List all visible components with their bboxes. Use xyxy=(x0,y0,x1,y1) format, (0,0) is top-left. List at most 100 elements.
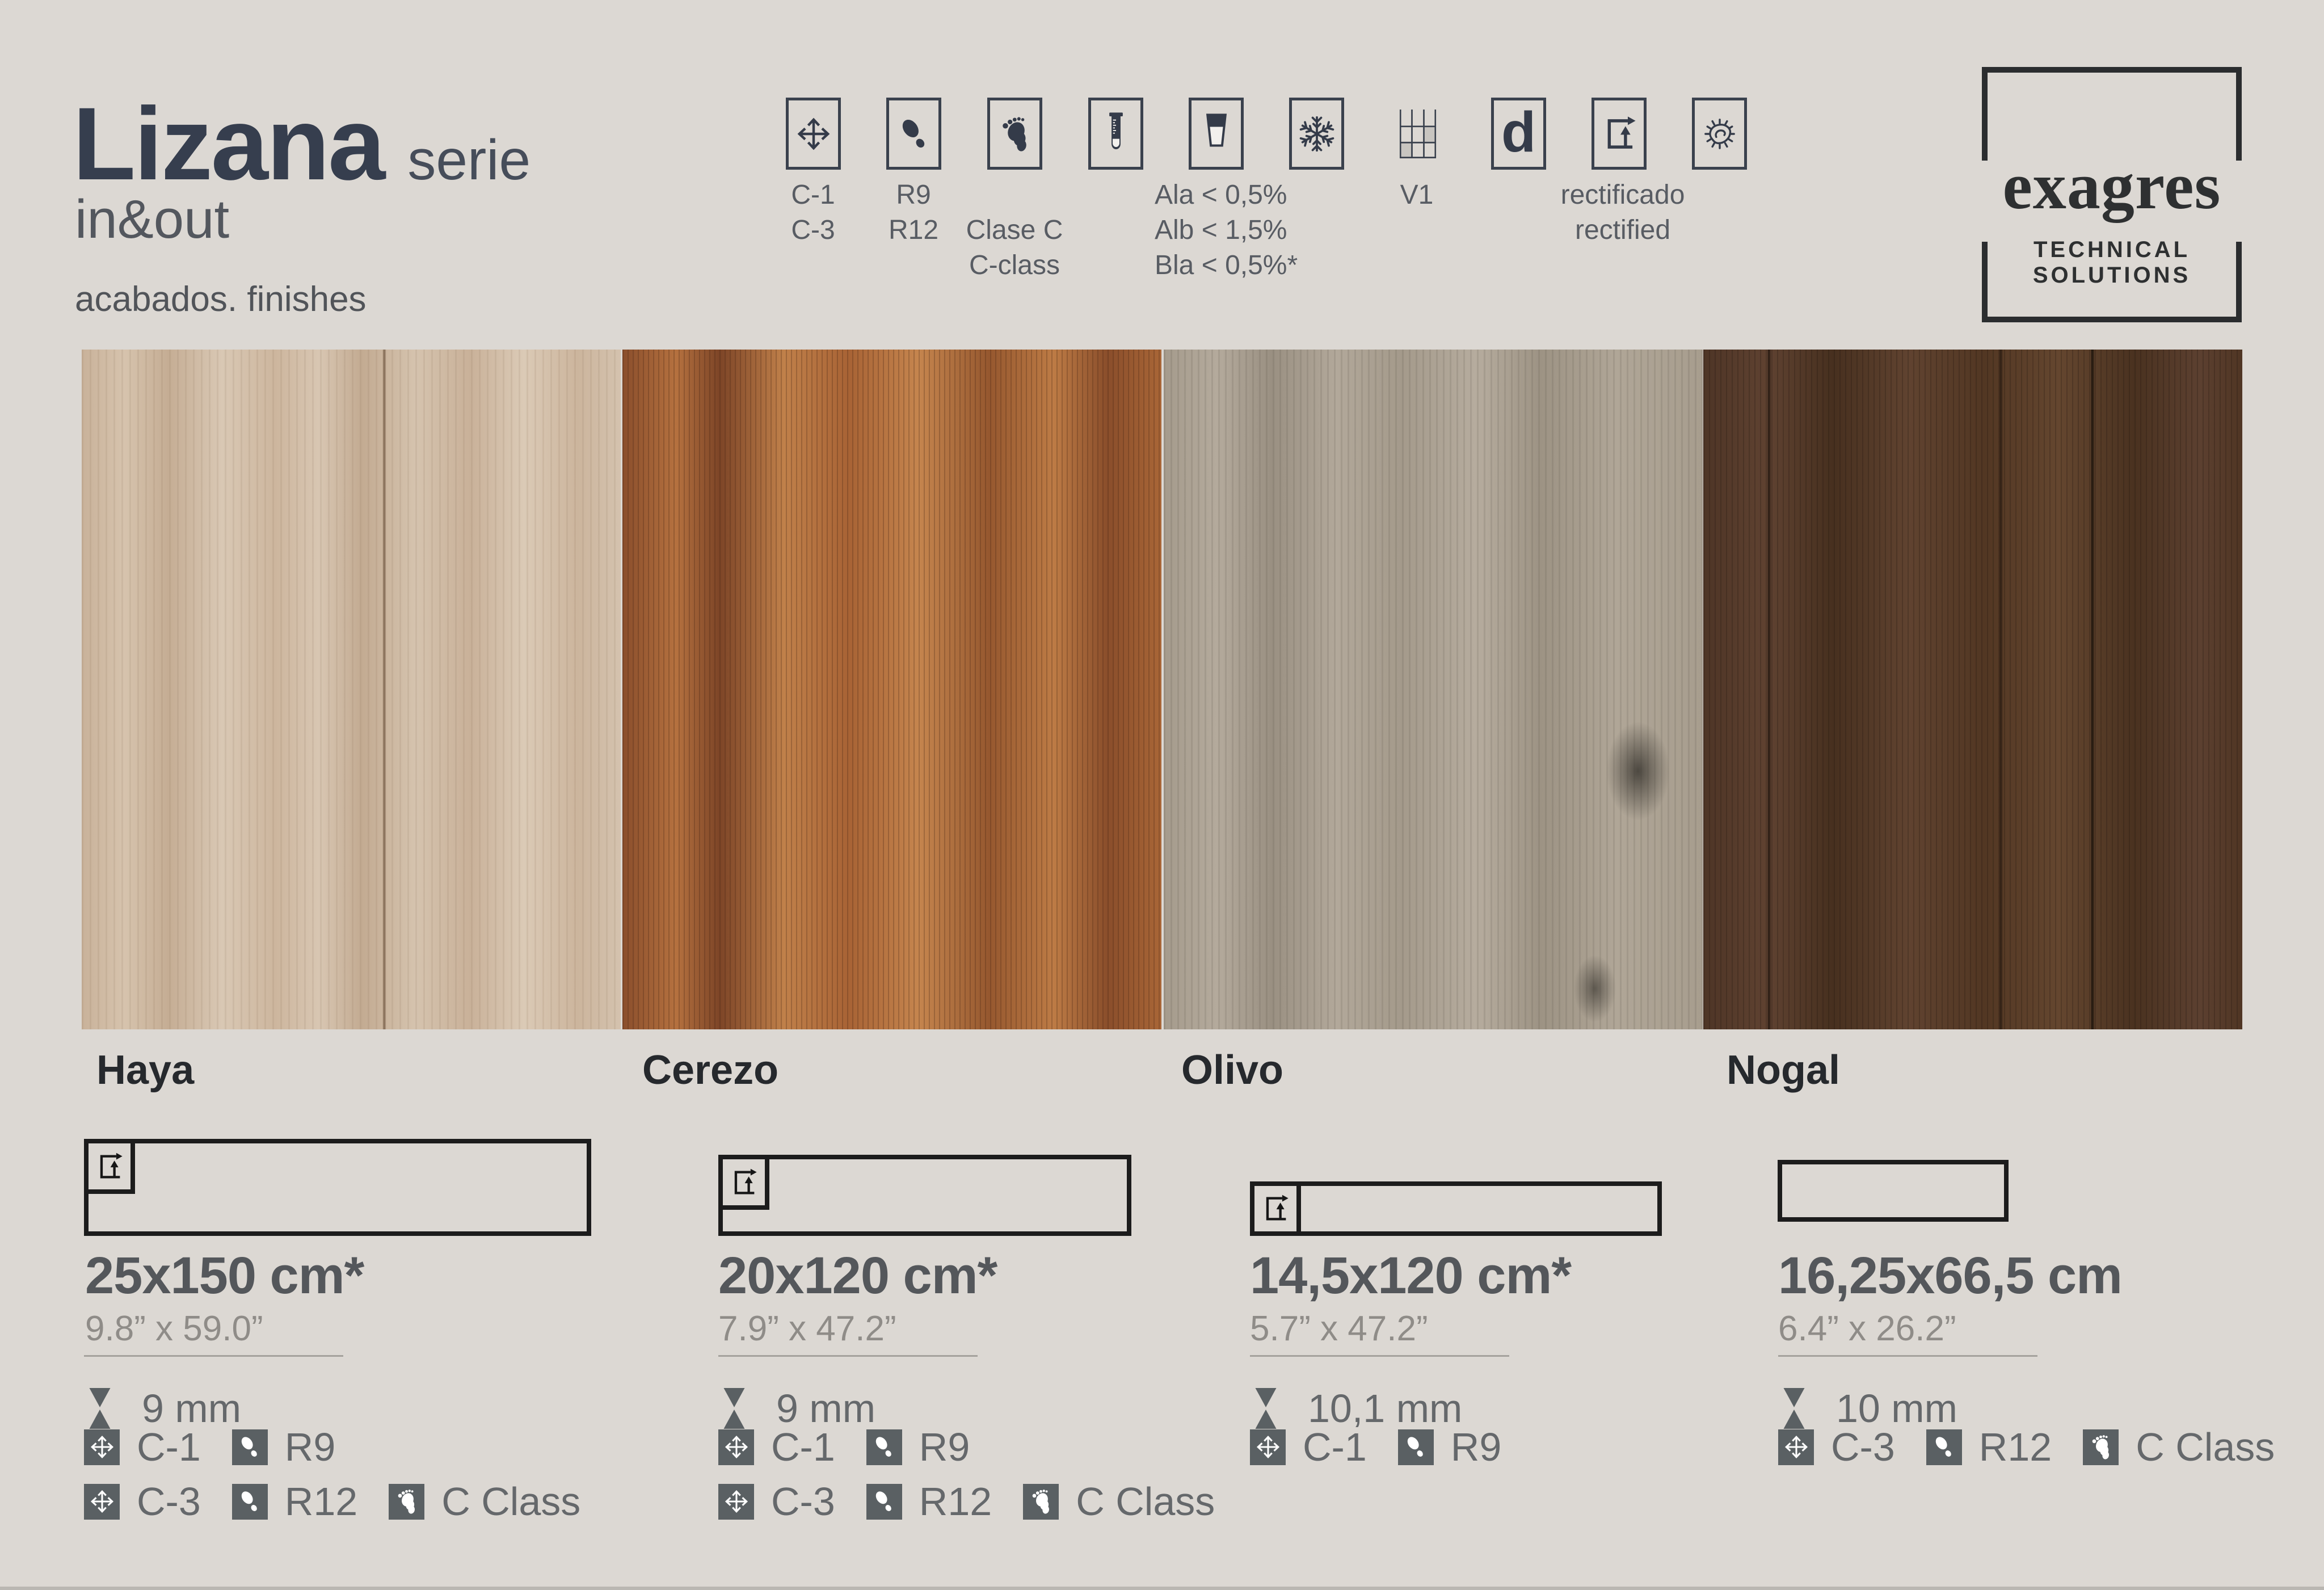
finish-name: Cerezo xyxy=(642,1047,778,1093)
spec-item: C Class xyxy=(2083,1424,2275,1470)
series-suffix: serie xyxy=(407,128,531,192)
finish-name: Nogal xyxy=(1727,1047,1840,1093)
shoe-print-icon xyxy=(232,1429,268,1465)
size-inches: 5.7” x 47.2” xyxy=(1250,1309,1428,1349)
swatch-image-haya xyxy=(82,350,621,1029)
logo-border-bottom xyxy=(1982,317,2242,322)
rectified-edge-icon xyxy=(1592,98,1647,170)
finishes-label: acabados. finishes xyxy=(75,279,367,319)
spec-label: R12 xyxy=(919,1479,992,1524)
expansion-move-icon xyxy=(1250,1429,1286,1465)
badge-label-clase-c: Clase C xyxy=(966,216,1063,246)
barefoot-icon xyxy=(389,1484,424,1520)
shoe-print-icon xyxy=(1398,1429,1434,1465)
tile-format-outline xyxy=(1778,1160,2009,1222)
spec-label: C-3 xyxy=(771,1479,835,1524)
size-cm: 20x120 cm* xyxy=(718,1246,997,1306)
test-tube-icon xyxy=(1088,98,1143,170)
spec-label: R9 xyxy=(919,1424,970,1470)
series-title: Lizana serie xyxy=(73,84,531,203)
spec-label: R9 xyxy=(1451,1424,1501,1470)
expansion-move-icon xyxy=(84,1429,120,1465)
shade-variation-grid-icon xyxy=(1390,98,1445,170)
series-name: Lizana xyxy=(73,86,384,201)
spec-item: C-3 xyxy=(84,1479,201,1524)
expansion-move-icon xyxy=(84,1484,120,1520)
expansion-move-icon xyxy=(718,1484,754,1520)
expansion-move-icon xyxy=(1778,1429,1814,1465)
badge-label-c1: C-1 xyxy=(791,180,835,211)
spec-row: C-3 R12 C Class xyxy=(1778,1424,2275,1470)
size-inches: 9.8” x 59.0” xyxy=(85,1309,263,1349)
spec-label: R9 xyxy=(285,1424,335,1470)
spec-item: C-1 xyxy=(84,1424,201,1470)
spec-row: C-1 R9 xyxy=(84,1424,335,1470)
spec-label: C-1 xyxy=(771,1424,835,1470)
spec-label: C Class xyxy=(1076,1479,1215,1524)
shoe-print-icon xyxy=(1926,1429,1962,1465)
rectified-corner-icon xyxy=(1250,1181,1301,1236)
divider-rule xyxy=(1778,1355,2037,1357)
badge-label-bla: Bla < 0,5%* xyxy=(1155,251,1298,281)
snowflake-icon xyxy=(1289,98,1344,170)
thickness-hourglass-icon xyxy=(1779,1388,1809,1429)
shoe-print-icon xyxy=(866,1484,902,1520)
spec-item: R12 xyxy=(866,1479,992,1524)
logo-border-left-top xyxy=(1982,67,1988,161)
tile-format-outline xyxy=(1250,1181,1662,1236)
barefoot-icon xyxy=(2083,1429,2119,1465)
thickness-hourglass-icon xyxy=(1251,1388,1281,1429)
spec-label: C-3 xyxy=(137,1479,201,1524)
spec-item: C-1 xyxy=(1250,1424,1367,1470)
spec-label: C Class xyxy=(2136,1424,2275,1470)
badge-label-c3: C-3 xyxy=(791,216,835,246)
shoe-print-icon xyxy=(866,1429,902,1465)
logo-tagline: TECHNICAL SOLUTIONS xyxy=(1982,237,2242,288)
barefoot-icon xyxy=(987,98,1042,170)
antibacterial-microbe-icon xyxy=(1692,98,1747,170)
logo-border-top xyxy=(1982,67,2242,73)
spec-item: C-3 xyxy=(1778,1424,1895,1470)
badge-label-c-class: C-class xyxy=(969,251,1060,281)
logo-brand-name: exagres xyxy=(1982,148,2242,225)
spec-item: R12 xyxy=(232,1479,357,1524)
spec-label: C-1 xyxy=(137,1424,201,1470)
tile-format-outline xyxy=(718,1155,1131,1236)
finish-name: Haya xyxy=(96,1047,194,1093)
shoe-print-icon xyxy=(232,1484,268,1520)
swatch-image-nogal xyxy=(1703,350,2242,1029)
thickness-hourglass-icon xyxy=(85,1388,115,1429)
spec-row: C-3 R12 C Class xyxy=(718,1479,1215,1524)
rectified-corner-icon xyxy=(718,1155,769,1210)
logo-border-right-top xyxy=(2236,67,2242,161)
spec-item: C Class xyxy=(389,1479,580,1524)
expansion-move-icon xyxy=(718,1429,754,1465)
spec-label: C Class xyxy=(441,1479,580,1524)
page-bottom-edge xyxy=(0,1587,2324,1590)
spec-label: R12 xyxy=(1979,1424,2052,1470)
spec-row: C-3 R12 C Class xyxy=(84,1479,580,1524)
rectified-corner-icon xyxy=(84,1139,135,1194)
spec-item: C Class xyxy=(1023,1479,1215,1524)
absorption-cup-icon xyxy=(1189,98,1244,170)
spec-row: C-1 R9 xyxy=(1250,1424,1501,1470)
spec-item: R9 xyxy=(866,1424,970,1470)
size-cm: 25x150 cm* xyxy=(85,1246,364,1306)
spec-item: R9 xyxy=(1398,1424,1501,1470)
badge-label-r12: R12 xyxy=(889,216,938,246)
size-inches: 6.4” x 26.2” xyxy=(1778,1309,1956,1349)
spec-item: C-3 xyxy=(718,1479,835,1524)
size-cm: 14,5x120 cm* xyxy=(1250,1246,1571,1306)
size-inches: 7.9” x 47.2” xyxy=(718,1309,896,1349)
badge-label-rectified: rectified xyxy=(1575,216,1670,246)
badge-label-alb: Alb < 1,5% xyxy=(1155,216,1287,246)
swatch-image-cerezo xyxy=(622,350,1161,1029)
spec-item: R12 xyxy=(1926,1424,2052,1470)
spec-label: C-3 xyxy=(1831,1424,1895,1470)
divider-rule xyxy=(1250,1355,1509,1357)
finish-name: Olivo xyxy=(1181,1047,1283,1093)
badge-label-v1: V1 xyxy=(1400,180,1434,211)
divider-rule xyxy=(84,1355,343,1357)
badge-label-r9: R9 xyxy=(896,180,931,211)
d-mark-icon: d xyxy=(1491,98,1546,170)
